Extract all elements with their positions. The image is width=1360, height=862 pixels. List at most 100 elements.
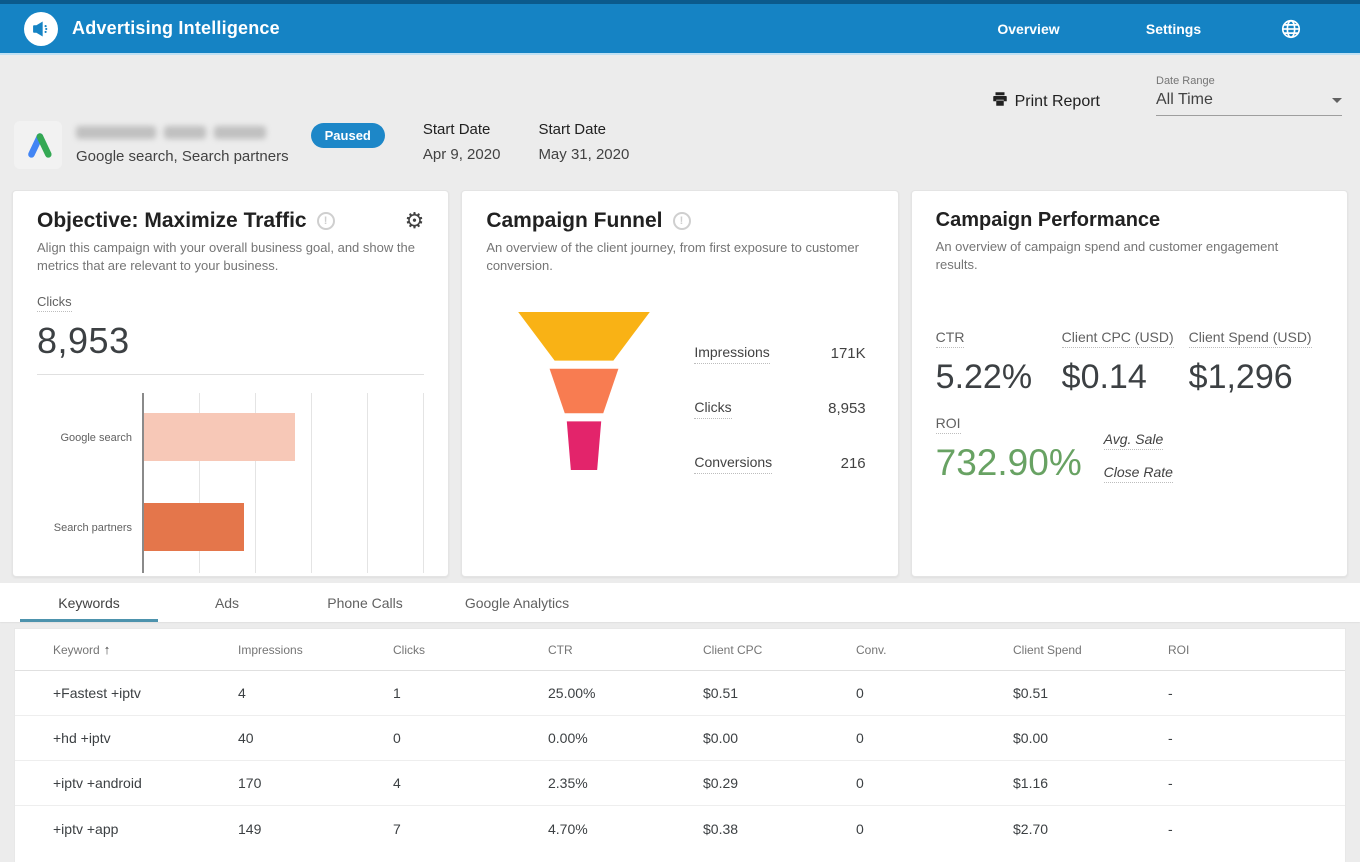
sort-asc-icon: ↑ — [104, 642, 111, 657]
print-report-button[interactable]: Print Report — [991, 90, 1100, 113]
tab-phone-calls[interactable]: Phone Calls — [296, 583, 434, 622]
table-cell: 4 — [238, 685, 393, 701]
print-report-label: Print Report — [1015, 93, 1100, 111]
table-body: +Fastest +iptv4125.00%$0.510$0.51-+hd +i… — [15, 671, 1345, 851]
roi-links: Avg. Sale Close Rate — [1104, 415, 1173, 484]
start-date-value: Apr 9, 2020 — [423, 146, 501, 163]
table-cell: 149 — [238, 821, 393, 837]
funnel-card-title: Campaign Funnel — [486, 209, 662, 233]
funnel-chart — [518, 312, 650, 474]
info-icon[interactable]: ! — [673, 212, 691, 230]
performance-card: Campaign Performance An overview of camp… — [911, 190, 1348, 577]
chevron-down-icon — [1332, 98, 1342, 103]
tab-ads[interactable]: Ads — [158, 583, 296, 622]
funnel-card: Campaign Funnel ! An overview of the cli… — [461, 190, 898, 577]
col-conv[interactable]: Conv. — [856, 643, 1013, 657]
table-cell: 0 — [393, 730, 548, 746]
start-date-label: Start Date — [423, 121, 501, 138]
date-range-label: Date Range — [1156, 75, 1342, 87]
table-cell: 0.00% — [548, 730, 703, 746]
date-range-select[interactable]: All Time — [1156, 91, 1342, 116]
table-row[interactable]: +Fastest +iptv4125.00%$0.510$0.51- — [15, 671, 1345, 716]
gear-icon[interactable]: ⚙ — [405, 210, 425, 232]
printer-icon — [991, 90, 1009, 113]
table-cell: 4 — [393, 775, 548, 791]
table-cell: $0.29 — [703, 775, 856, 791]
start-date-block: Start Date Apr 9, 2020 — [423, 119, 501, 163]
table-cell: - — [1168, 775, 1345, 791]
table-cell: $0.00 — [1013, 730, 1168, 746]
avg-sale-link[interactable]: Avg. Sale — [1104, 431, 1164, 450]
objective-card-title: Objective: Maximize Traffic — [37, 209, 307, 233]
col-clicks[interactable]: Clicks — [393, 643, 548, 657]
ctr-label[interactable]: CTR — [936, 329, 965, 348]
funnel-clicks-value: 8,953 — [828, 400, 866, 417]
performance-card-description: An overview of campaign spend and custom… — [936, 238, 1323, 273]
bar-search-partners[interactable] — [144, 503, 244, 551]
col-impressions[interactable]: Impressions — [238, 643, 393, 657]
globe-icon[interactable] — [1246, 18, 1336, 40]
keywords-table: Keyword ↑ Impressions Clicks CTR Client … — [14, 628, 1346, 862]
info-icon[interactable]: ! — [317, 212, 335, 230]
performance-metrics: CTR 5.22% Client CPC (USD) $0.14 Client … — [936, 329, 1323, 397]
table-cell: 40 — [238, 730, 393, 746]
table-cell: $1.16 — [1013, 775, 1168, 791]
nav-settings[interactable]: Settings — [1101, 21, 1246, 37]
table-cell: - — [1168, 730, 1345, 746]
table-cell: 0 — [856, 730, 1013, 746]
col-client-cpc[interactable]: Client CPC — [703, 643, 856, 657]
metric-roi: ROI 732.90% — [936, 415, 1062, 484]
funnel-metric-row: Conversions 216 — [694, 436, 865, 491]
end-date-block: Start Date May 31, 2020 — [538, 119, 629, 163]
table-cell: 170 — [238, 775, 393, 791]
roi-label[interactable]: ROI — [936, 415, 961, 434]
table-cell: $0.00 — [703, 730, 856, 746]
table-cell: 7 — [393, 821, 548, 837]
brand: Advertising Intelligence — [24, 12, 280, 46]
detail-tabs: Keywords Ads Phone Calls Google Analytic… — [0, 583, 1360, 622]
ctr-value: 5.22% — [936, 358, 1062, 397]
funnel-conversions-label[interactable]: Conversions — [694, 454, 772, 474]
network-bar-chart: Google search Search partners — [37, 393, 424, 573]
bar-chart-plot-area — [142, 393, 424, 573]
bar-google-search[interactable] — [144, 413, 295, 461]
nav-overview[interactable]: Overview — [956, 21, 1101, 37]
status-badge: Paused — [311, 123, 385, 148]
divider — [37, 374, 424, 375]
top-app-bar: Advertising Intelligence Overview Settin… — [0, 0, 1360, 55]
date-range-field: Date Range All Time — [1156, 75, 1342, 116]
table-cell: +hd +iptv — [53, 730, 238, 746]
tab-google-analytics[interactable]: Google Analytics — [434, 583, 600, 622]
table-row[interactable]: +iptv +android17042.35%$0.290$1.16- — [15, 761, 1345, 806]
table-cell: +iptv +app — [53, 821, 238, 837]
objective-metric-label[interactable]: Clicks — [37, 294, 72, 312]
tab-keywords[interactable]: Keywords — [20, 583, 158, 622]
col-roi[interactable]: ROI — [1168, 643, 1345, 657]
campaign-network: Google search, Search partners — [76, 148, 289, 165]
table-row[interactable]: +hd +iptv4000.00%$0.000$0.00- — [15, 716, 1345, 761]
funnel-impressions-label[interactable]: Impressions — [694, 344, 769, 364]
funnel-clicks-label[interactable]: Clicks — [694, 399, 731, 419]
funnel-conversions-value: 216 — [841, 455, 866, 472]
objective-metric-value: 8,953 — [37, 320, 424, 362]
table-row[interactable]: +iptv +app14974.70%$0.380$2.70- — [15, 806, 1345, 851]
performance-card-title: Campaign Performance — [936, 209, 1161, 232]
date-range-value: All Time — [1156, 91, 1213, 109]
bar-category-label: Google search — [37, 393, 142, 483]
client-spend-label[interactable]: Client Spend (USD) — [1189, 329, 1312, 348]
col-client-spend[interactable]: Client Spend — [1013, 643, 1168, 657]
col-ctr[interactable]: CTR — [548, 643, 703, 657]
metric-client-cpc: Client CPC (USD) $0.14 — [1062, 329, 1189, 397]
table-cell: $0.51 — [703, 685, 856, 701]
table-cell: 1 — [393, 685, 548, 701]
client-cpc-label[interactable]: Client CPC (USD) — [1062, 329, 1174, 348]
col-keyword[interactable]: Keyword ↑ — [53, 642, 238, 657]
table-cell: +iptv +android — [53, 775, 238, 791]
funnel-metrics: Impressions 171K Clicks 8,953 Conversion… — [694, 326, 865, 491]
table-cell: $2.70 — [1013, 821, 1168, 837]
close-rate-link[interactable]: Close Rate — [1104, 464, 1173, 483]
end-date-value: May 31, 2020 — [538, 146, 629, 163]
client-cpc-value: $0.14 — [1062, 358, 1189, 397]
table-cell: 0 — [856, 685, 1013, 701]
app-title: Advertising Intelligence — [72, 18, 280, 39]
